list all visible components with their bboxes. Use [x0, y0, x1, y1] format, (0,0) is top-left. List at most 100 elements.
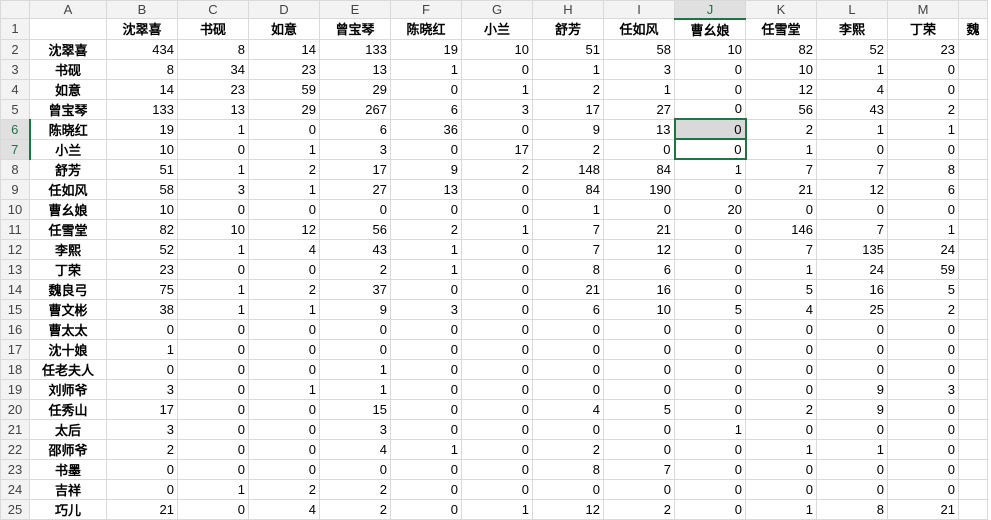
data-cell[interactable]: 0 — [674, 178, 746, 200]
data-cell[interactable]: 4 — [319, 438, 391, 460]
data-cell[interactable]: 7 — [816, 218, 888, 240]
data-cell[interactable]: 9 — [319, 298, 391, 320]
data-cell[interactable]: 0 — [461, 278, 533, 300]
data-cell[interactable]: 148 — [532, 158, 604, 180]
row-name-cell[interactable]: 太后 — [29, 418, 107, 440]
data-cell[interactable]: 3 — [106, 378, 178, 400]
data-cell[interactable]: 0 — [461, 258, 533, 280]
data-cell[interactable]: 8 — [106, 58, 178, 80]
data-cell[interactable]: 0 — [177, 338, 249, 360]
data-cell[interactable]: 0 — [674, 318, 746, 340]
data-cell[interactable]: 1 — [106, 338, 178, 360]
row-header-6[interactable]: 6 — [0, 118, 31, 140]
data-cell[interactable]: 7 — [603, 458, 675, 480]
data-cell[interactable]: 0 — [816, 358, 888, 380]
row-name-cell[interactable]: 书砚 — [29, 58, 107, 80]
data-cell[interactable]: 135 — [816, 238, 888, 260]
data-cell[interactable]: 0 — [248, 398, 320, 420]
data-cell[interactable]: 4 — [745, 298, 817, 320]
data-cell[interactable]: 0 — [603, 338, 675, 360]
row-name-cell[interactable]: 陈晓红 — [29, 118, 107, 140]
data-cell[interactable]: 6 — [887, 178, 959, 200]
data-cell[interactable] — [958, 278, 988, 300]
data-cell[interactable]: 2 — [319, 258, 391, 280]
data-cell[interactable]: 0 — [816, 418, 888, 440]
data-cell[interactable]: 10 — [461, 38, 533, 60]
row-header-10[interactable]: 10 — [0, 198, 30, 220]
data-cell[interactable]: 43 — [319, 238, 391, 260]
data-cell[interactable]: 1 — [319, 378, 391, 400]
data-cell[interactable]: 0 — [887, 478, 959, 500]
data-cell[interactable]: 0 — [177, 358, 249, 380]
data-cell[interactable]: 0 — [674, 498, 746, 520]
data-cell[interactable]: 10 — [603, 298, 675, 320]
data-cell[interactable]: 8 — [532, 458, 604, 480]
data-cell[interactable]: 0 — [248, 318, 320, 340]
column-name-cell[interactable]: 曹幺娘 — [674, 18, 746, 40]
column-header-e[interactable]: E — [319, 0, 391, 19]
row-name-cell[interactable]: 邵师爷 — [29, 438, 107, 460]
data-cell[interactable]: 0 — [177, 418, 249, 440]
data-cell[interactable]: 0 — [248, 438, 320, 460]
data-cell[interactable]: 0 — [745, 318, 817, 340]
data-cell[interactable]: 52 — [816, 38, 888, 60]
data-cell[interactable]: 13 — [390, 178, 462, 200]
data-cell[interactable] — [958, 398, 988, 420]
data-cell[interactable]: 17 — [532, 98, 604, 120]
data-cell[interactable]: 0 — [461, 318, 533, 340]
data-cell[interactable]: 2 — [248, 478, 320, 500]
data-cell[interactable] — [958, 458, 988, 480]
data-cell[interactable]: 0 — [177, 458, 249, 480]
data-cell[interactable]: 0 — [390, 318, 462, 340]
data-cell[interactable]: 1 — [532, 198, 604, 220]
data-cell[interactable]: 13 — [319, 58, 391, 80]
data-cell[interactable]: 0 — [674, 78, 746, 100]
row-name-cell[interactable]: 魏良弓 — [29, 278, 107, 300]
data-cell[interactable]: 0 — [390, 78, 462, 100]
data-cell[interactable]: 1 — [390, 438, 462, 460]
data-cell[interactable]: 9 — [816, 378, 888, 400]
row-name-cell[interactable]: 李熙 — [29, 238, 107, 260]
row-header-3[interactable]: 3 — [0, 58, 30, 80]
data-cell[interactable] — [958, 438, 988, 460]
data-cell[interactable]: 0 — [532, 478, 604, 500]
data-cell[interactable]: 0 — [673, 118, 747, 140]
data-cell[interactable]: 12 — [603, 238, 675, 260]
row-name-cell[interactable]: 曹太太 — [29, 318, 107, 340]
data-cell[interactable]: 38 — [106, 298, 178, 320]
data-cell[interactable]: 1 — [319, 358, 391, 380]
data-cell[interactable] — [958, 478, 988, 500]
data-cell[interactable]: 133 — [319, 38, 391, 60]
data-cell[interactable] — [958, 138, 988, 160]
data-cell[interactable]: 23 — [177, 78, 249, 100]
data-cell[interactable]: 0 — [177, 398, 249, 420]
data-cell[interactable]: 0 — [887, 318, 959, 340]
data-cell[interactable]: 7 — [745, 158, 817, 180]
data-cell[interactable]: 1 — [532, 58, 604, 80]
row-header-14[interactable]: 14 — [0, 278, 30, 300]
data-cell[interactable]: 1 — [745, 138, 817, 160]
data-cell[interactable]: 8 — [816, 498, 888, 520]
data-cell[interactable]: 0 — [745, 478, 817, 500]
data-cell[interactable]: 6 — [319, 118, 391, 140]
data-cell[interactable]: 4 — [532, 398, 604, 420]
data-cell[interactable]: 0 — [177, 138, 249, 160]
data-cell[interactable]: 0 — [674, 378, 746, 400]
row-header-16[interactable]: 16 — [0, 318, 30, 340]
data-cell[interactable]: 6 — [390, 98, 462, 120]
row-header-15[interactable]: 15 — [0, 298, 30, 320]
data-cell[interactable]: 4 — [816, 78, 888, 100]
data-cell[interactable]: 0 — [390, 458, 462, 480]
data-cell[interactable]: 0 — [887, 418, 959, 440]
data-cell[interactable]: 3 — [319, 138, 391, 160]
data-cell[interactable]: 0 — [887, 58, 959, 80]
data-cell[interactable] — [958, 298, 988, 320]
data-cell[interactable]: 14 — [248, 38, 320, 60]
row-header-13[interactable]: 13 — [0, 258, 30, 280]
row-header-23[interactable]: 23 — [0, 458, 30, 480]
data-cell[interactable]: 0 — [390, 278, 462, 300]
data-cell[interactable]: 1 — [461, 218, 533, 240]
data-cell[interactable]: 9 — [532, 118, 604, 140]
data-cell[interactable]: 0 — [461, 478, 533, 500]
data-cell[interactable]: 23 — [248, 58, 320, 80]
